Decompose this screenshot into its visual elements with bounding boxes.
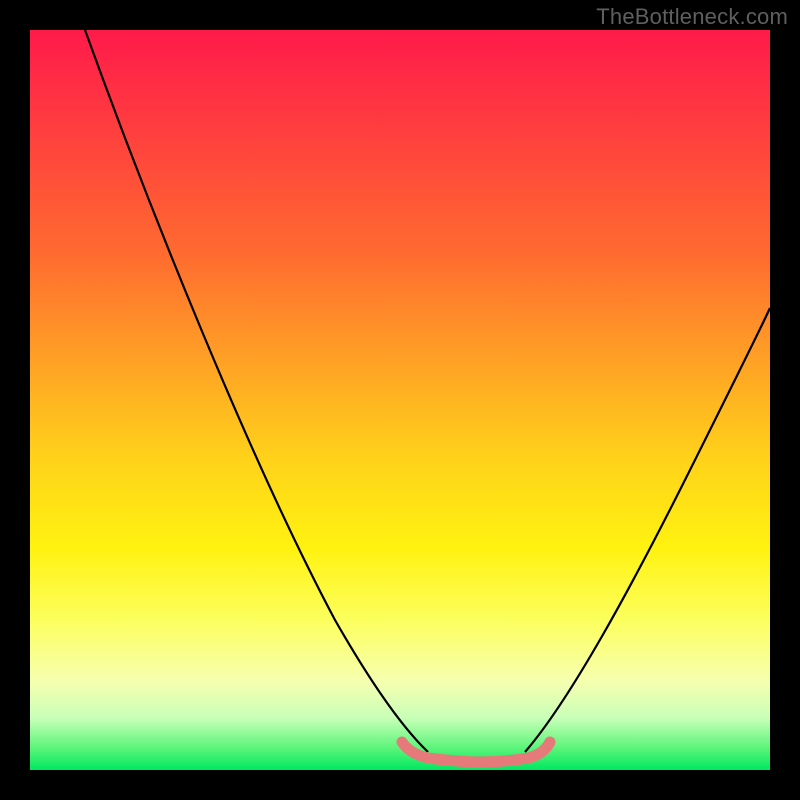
chart-frame: TheBottleneck.com <box>0 0 800 800</box>
optimum-flat-marker <box>402 742 550 762</box>
chart-svg <box>30 30 770 770</box>
left-descending-curve <box>85 30 428 752</box>
watermark-text: TheBottleneck.com <box>596 4 788 30</box>
right-ascending-curve <box>525 308 770 752</box>
plot-area <box>30 30 770 770</box>
